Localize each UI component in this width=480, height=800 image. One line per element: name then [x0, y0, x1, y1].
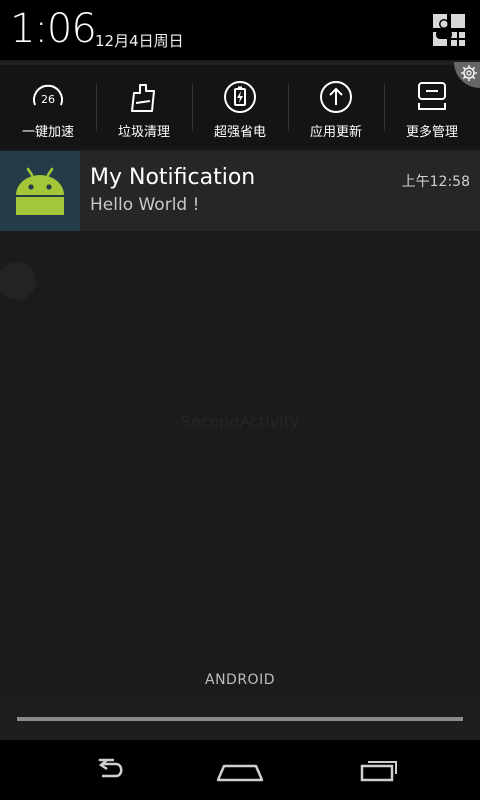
- notification-title: My Notification: [90, 165, 256, 190]
- recents-icon: [360, 761, 397, 782]
- shade-drag-handle[interactable]: [17, 717, 463, 721]
- quick-setting-label: 应用更新: [309, 125, 362, 140]
- android-icon: [0, 151, 80, 231]
- notification-time: 上午12:58: [401, 174, 470, 190]
- notification-text: Hello World !: [90, 195, 200, 215]
- user-grid-icon[interactable]: [432, 13, 466, 47]
- gear-icon: [461, 65, 477, 81]
- home-button[interactable]: [190, 740, 290, 800]
- background-ghost-icon: [0, 262, 36, 300]
- navigation-bar: [0, 740, 480, 800]
- quick-setting-power[interactable]: 超强省电: [192, 65, 288, 149]
- recents-button[interactable]: [330, 740, 430, 800]
- home-icon: [216, 764, 264, 782]
- battery-icon: [224, 81, 256, 113]
- background-activity-text: SecondActivity: [180, 412, 300, 431]
- carrier-label: ANDROID: [205, 672, 275, 688]
- upload-arrow-icon: [320, 81, 352, 113]
- back-arrow-icon: [98, 758, 123, 778]
- date-label: 12月4日周日: [95, 32, 184, 50]
- quick-settings-bar: 26 一键加速 垃圾清理 超强省电 应用更新 更多管理: [0, 62, 480, 149]
- quick-setting-speedup[interactable]: 26 一键加速: [0, 65, 96, 149]
- shade-handle-area[interactable]: [0, 697, 480, 740]
- speed-badge: 26: [41, 93, 55, 106]
- notification-card[interactable]: My Notification Hello World ! 上午12:58: [0, 151, 480, 231]
- quick-setting-label: 垃圾清理: [117, 125, 170, 140]
- status-bar: 1:06 12月4日周日: [0, 0, 480, 60]
- quick-setting-clean[interactable]: 垃圾清理: [96, 65, 192, 149]
- quick-setting-label: 更多管理: [405, 125, 458, 140]
- speed-gauge-icon: 26: [33, 84, 63, 106]
- quick-setting-label: 超强省电: [213, 125, 266, 140]
- back-button[interactable]: [60, 740, 160, 800]
- quick-setting-update[interactable]: 应用更新: [288, 65, 384, 149]
- clock: 1:06: [10, 6, 97, 52]
- broom-icon: [131, 84, 155, 112]
- manage-box-icon: [418, 82, 446, 110]
- quick-setting-label: 一键加速: [21, 125, 74, 140]
